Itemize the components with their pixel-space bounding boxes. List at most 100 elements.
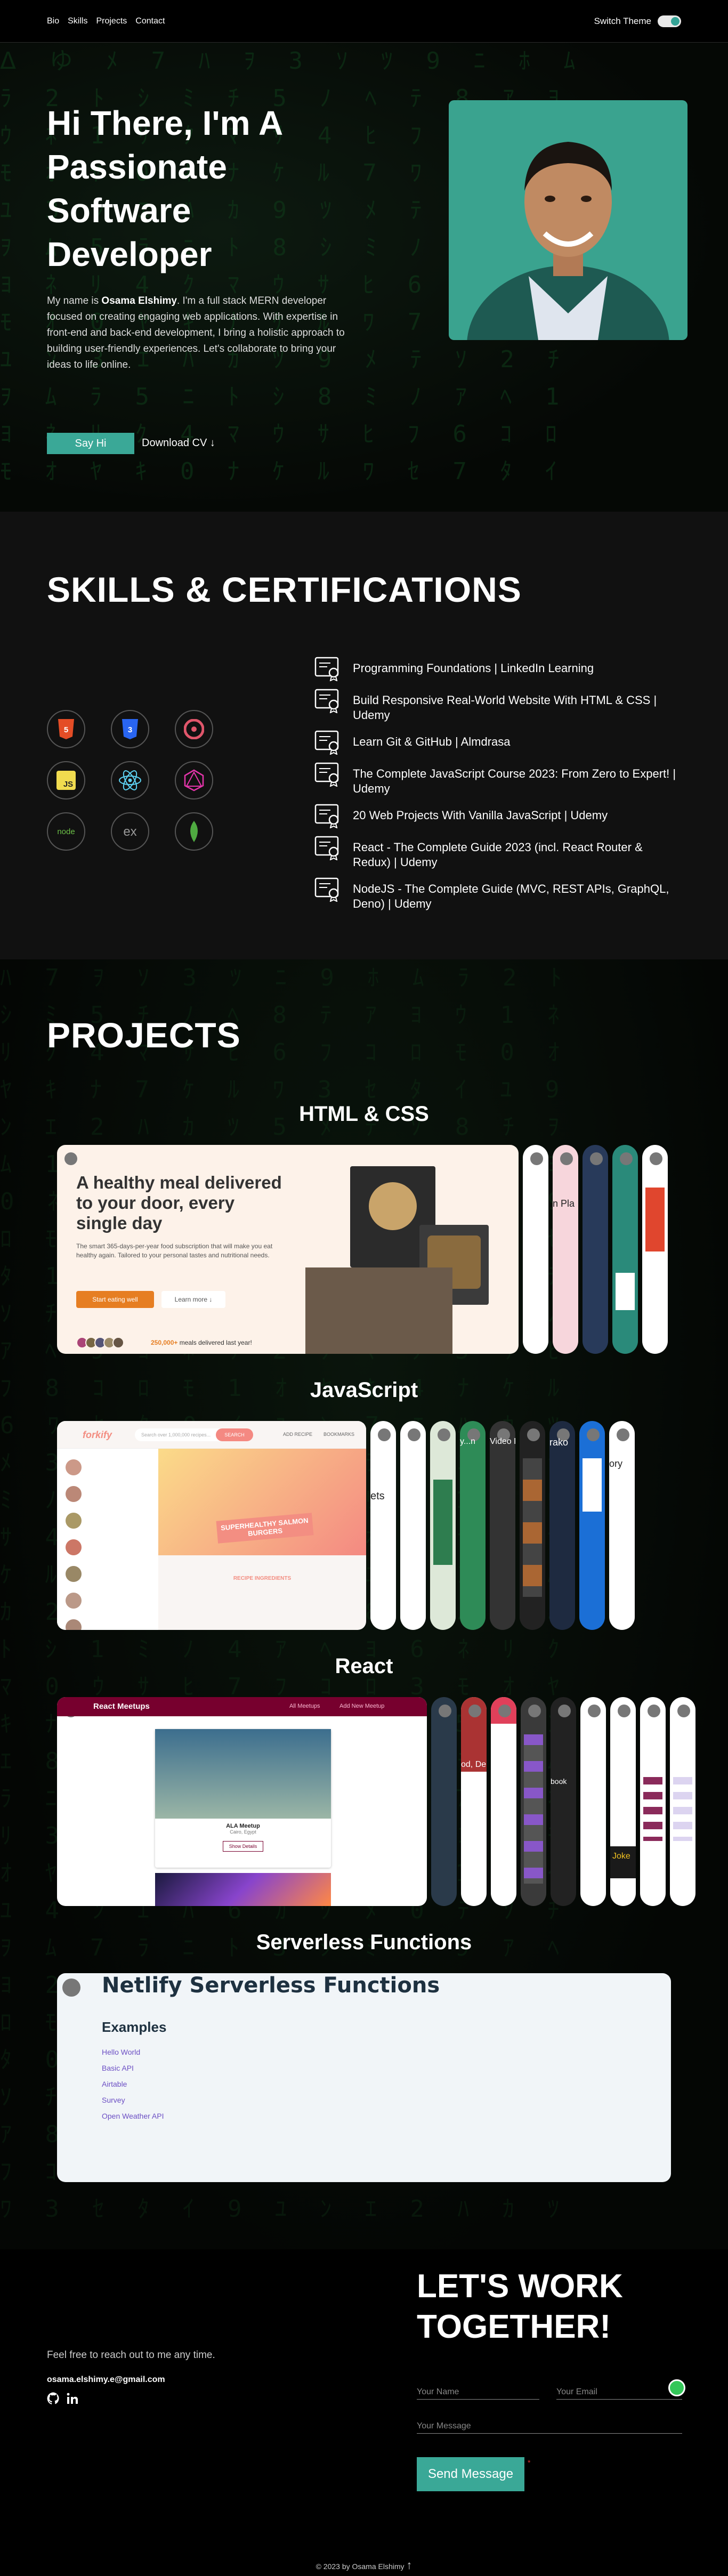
svg-text:node: node (57, 827, 75, 836)
redux-icon (175, 710, 213, 748)
project-card-collapsed[interactable] (520, 1421, 545, 1630)
customer-avatars (76, 1337, 124, 1348)
card-indicator (677, 1705, 690, 1717)
project-card-omnifood[interactable]: A healthy meal delivered to your door, e… (57, 1145, 519, 1354)
project-card-collapsed[interactable] (670, 1697, 695, 1906)
theme-switch[interactable]: Switch Theme (594, 15, 681, 27)
card-indicator (527, 1428, 540, 1441)
project-card-collapsed[interactable] (400, 1421, 426, 1630)
nav-link-bio[interactable]: Bio (47, 17, 59, 26)
project-card-collapsed[interactable] (521, 1697, 546, 1906)
project-card-collapsed[interactable] (491, 1697, 516, 1906)
profile-photo (449, 100, 687, 340)
send-message-button[interactable]: Send Message (417, 2457, 524, 2491)
theme-toggle[interactable] (658, 15, 681, 27)
project-card-collapsed[interactable]: Video Fin (490, 1421, 515, 1630)
project-card-collapsed[interactable]: book (551, 1697, 576, 1906)
skills-section: SKILLS & CERTIFICATIONS 5 3 JS node ex P… (0, 512, 728, 959)
svg-text:5: 5 (64, 725, 68, 734)
contact-email[interactable]: osama.elshimy.e@gmail.com (47, 2375, 165, 2385)
project-card-collapsed[interactable] (583, 1145, 608, 1354)
meetups-title: React Meetups (93, 1702, 150, 1711)
desc-rest: . I'm a full stack MERN developer focuse… (47, 295, 345, 370)
forkify-results (57, 1449, 158, 1630)
express-icon: ex (111, 812, 149, 851)
project-card-collapsed[interactable]: n Pla (553, 1145, 578, 1354)
group-title-html-css: HTML & CSS (299, 1102, 429, 1126)
card-indicator (590, 1152, 603, 1165)
mongodb-icon (175, 812, 213, 851)
certification-text: Programming Foundations | LinkedIn Learn… (353, 661, 594, 675)
group-title-react: React (335, 1654, 393, 1678)
say-hi-button[interactable]: Say Hi (47, 433, 134, 454)
project-card-netlify[interactable]: Netlify Serverless Functions Examples He… (57, 1973, 671, 2182)
certification-item: 20 Web Projects With Vanilla JavaScript … (314, 804, 682, 828)
card-indicator (587, 1428, 600, 1441)
project-card-collapsed[interactable] (612, 1145, 638, 1354)
card-indicator (528, 1705, 541, 1717)
download-cv-link[interactable]: Download CV ↓ (142, 437, 215, 449)
arrow-up-icon[interactable]: ↑ (406, 2558, 412, 2572)
email-field[interactable] (556, 2385, 682, 2400)
card-peek-text: Joke (612, 1852, 630, 1861)
nav-link-projects[interactable]: Projects (96, 17, 127, 26)
project-card-collapsed[interactable] (523, 1145, 548, 1354)
project-card-forkify[interactable]: forkify Search over 1,000,000 recipes...… (57, 1421, 366, 1630)
social-links (47, 2392, 79, 2405)
skill-icons: 5 3 JS node ex (47, 710, 278, 851)
project-card-collapsed[interactable]: ets (370, 1421, 396, 1630)
netlify-link: Airtable (102, 2080, 127, 2088)
omnifood-text: The smart 365-days-per-year food subscri… (76, 1242, 273, 1259)
linkedin-icon[interactable] (66, 2392, 79, 2405)
carousel-html-css: A healthy meal delivered to your door, e… (57, 1145, 668, 1354)
whatsapp-icon[interactable] (668, 2379, 685, 2396)
name-field[interactable] (417, 2385, 539, 2400)
card-peek-text: y...n (460, 1437, 476, 1446)
carousel-react: React Meetups All Meetups Add New Meetup… (57, 1697, 695, 1906)
card-indicator (62, 1979, 80, 1997)
project-card-collapsed[interactable] (430, 1421, 456, 1630)
meetup-image (155, 1873, 331, 1906)
project-card-collapsed[interactable]: rako (549, 1421, 575, 1630)
card-indicator (408, 1428, 420, 1441)
certification-item: The Complete JavaScript Course 2023: Fro… (314, 762, 682, 796)
forkify-ingredients: RECIPE INGREDIENTS (233, 1576, 292, 1581)
omnifood-stat: 250,000+ meals delivered last year! (151, 1339, 252, 1346)
netlify-link: Open Weather API (102, 2112, 164, 2120)
card-indicator (530, 1152, 543, 1165)
github-icon[interactable] (47, 2392, 60, 2405)
card-peek-text: od, Del (461, 1760, 487, 1769)
react-icon (111, 761, 149, 800)
project-card-collapsed[interactable]: Joke (610, 1697, 636, 1906)
meetup-item: ALA Meetup Cairo, Egypt Show Details (155, 1729, 331, 1868)
project-card-collapsed[interactable] (580, 1697, 606, 1906)
nav-link-skills[interactable]: Skills (68, 17, 87, 26)
certification-text: NodeJS - The Complete Guide (MVC, REST A… (353, 882, 669, 910)
project-card-collapsed[interactable] (579, 1421, 605, 1630)
svg-text:ex: ex (123, 825, 136, 839)
project-card-collapsed[interactable] (431, 1697, 457, 1906)
certification-text: 20 Web Projects With Vanilla JavaScript … (353, 809, 608, 822)
project-card-collapsed[interactable]: ory (609, 1421, 635, 1630)
group-title-serverless: Serverless Functions (256, 1931, 472, 1954)
card-peek-text: Video Fin (490, 1437, 515, 1446)
project-card-collapsed[interactable]: y...n (460, 1421, 486, 1630)
javascript-icon: JS (47, 761, 85, 800)
project-card-collapsed[interactable]: od, Del (461, 1697, 487, 1906)
card-indicator (588, 1705, 601, 1717)
projects-section: ﾊ 7 ｦ ｿ 3 ﾂ ﾆ 9 ﾎ ﾑ ﾗ 2 ﾄ ｼ ﾐ 5 ﾁ ﾉ ﾍ 8 … (0, 959, 728, 2249)
footer: © 2023 by Osama Elshimy ↑ (0, 2558, 728, 2572)
nav-links: Bio Skills Projects Contact (47, 17, 165, 26)
certification-text: The Complete JavaScript Course 2023: Fro… (353, 767, 676, 795)
card-indicator (618, 1705, 630, 1717)
project-card-collapsed[interactable] (640, 1697, 666, 1906)
certificate-icon (314, 804, 339, 828)
projects-title: PROJECTS (47, 1015, 241, 1055)
nav-link-contact[interactable]: Contact (135, 17, 165, 26)
project-card-meetups[interactable]: React Meetups All Meetups Add New Meetup… (57, 1697, 427, 1906)
message-field[interactable] (417, 2419, 682, 2434)
project-card-collapsed[interactable] (642, 1145, 668, 1354)
desc-prefix: My name is (47, 295, 102, 306)
forkify-add: ADD RECIPE (283, 1432, 313, 1437)
certification-text: React - The Complete Guide 2023 (incl. R… (353, 841, 643, 869)
